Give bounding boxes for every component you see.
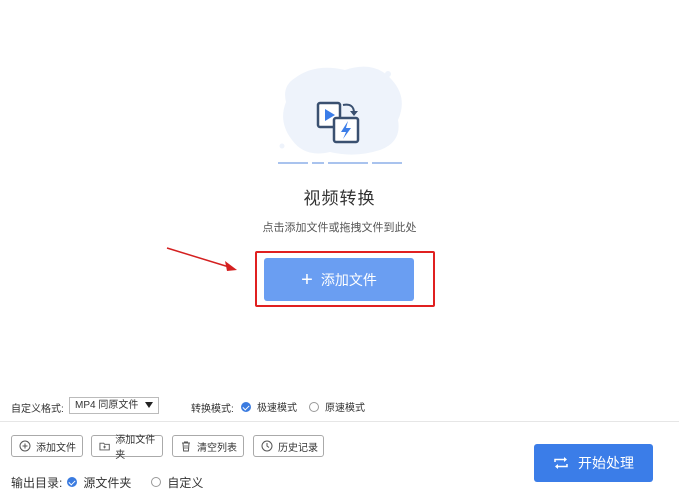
clock-icon	[261, 440, 273, 452]
history-label: 历史记录	[278, 442, 318, 454]
radio-unchecked-icon	[151, 477, 162, 487]
divider	[0, 421, 679, 422]
drop-hint: 点击添加文件或拖拽文件到此处	[262, 222, 417, 234]
format-select[interactable]: MP4 同原文件	[69, 397, 159, 414]
add-folder-button[interactable]: 添加文件夹	[91, 435, 163, 461]
start-processing-button[interactable]: 开始处理	[534, 444, 653, 482]
folder-icon	[99, 442, 110, 451]
mode-label: 转换模式:	[191, 404, 234, 415]
radio-unchecked-icon	[309, 401, 319, 412]
radio-checked-icon	[241, 401, 251, 412]
trash-icon	[182, 441, 190, 452]
radio-checked-icon	[67, 477, 78, 487]
mode-option-fast[interactable]: 极速模式	[241, 399, 297, 414]
output-option-source[interactable]: 源文件夹	[67, 474, 131, 491]
settings-row: 自定义格式: MP4 同原文件 转换模式: 极速模式 原速模式	[0, 397, 679, 415]
plus-circle-icon	[19, 440, 31, 452]
add-file-label: 添加文件	[36, 442, 76, 454]
video-convert-icon	[278, 66, 402, 164]
format-select-value: MP4 同原文件	[75, 400, 139, 411]
output-option-source-label: 源文件夹	[83, 475, 132, 490]
page-title: 视频转换	[303, 189, 376, 208]
output-dir-row: 输出目录: 源文件夹 自定义	[11, 474, 203, 490]
add-file-button[interactable]: 添加文件	[11, 435, 83, 457]
add-file-main-button[interactable]: + 添加文件	[264, 258, 414, 301]
repeat-icon	[554, 457, 568, 469]
chevron-down-icon	[145, 402, 153, 408]
clear-list-label: 清空列表	[197, 442, 237, 454]
mode-option-original-label: 原速模式	[325, 403, 365, 414]
mode-option-fast-label: 极速模式	[257, 403, 297, 414]
annotation-arrow-icon	[166, 247, 237, 271]
output-dir-label: 输出目录:	[11, 475, 63, 490]
mode-option-original[interactable]: 原速模式	[309, 399, 365, 414]
history-button[interactable]: 历史记录	[253, 435, 324, 457]
add-file-main-label: 添加文件	[320, 271, 377, 288]
add-folder-label: 添加文件夹	[115, 435, 156, 461]
start-processing-label: 开始处理	[578, 455, 634, 471]
plus-icon: +	[301, 268, 313, 291]
clear-list-button[interactable]: 清空列表	[172, 435, 244, 457]
output-option-custom[interactable]: 自定义	[151, 474, 203, 491]
output-option-custom-label: 自定义	[167, 475, 204, 490]
format-label: 自定义格式:	[11, 404, 64, 415]
